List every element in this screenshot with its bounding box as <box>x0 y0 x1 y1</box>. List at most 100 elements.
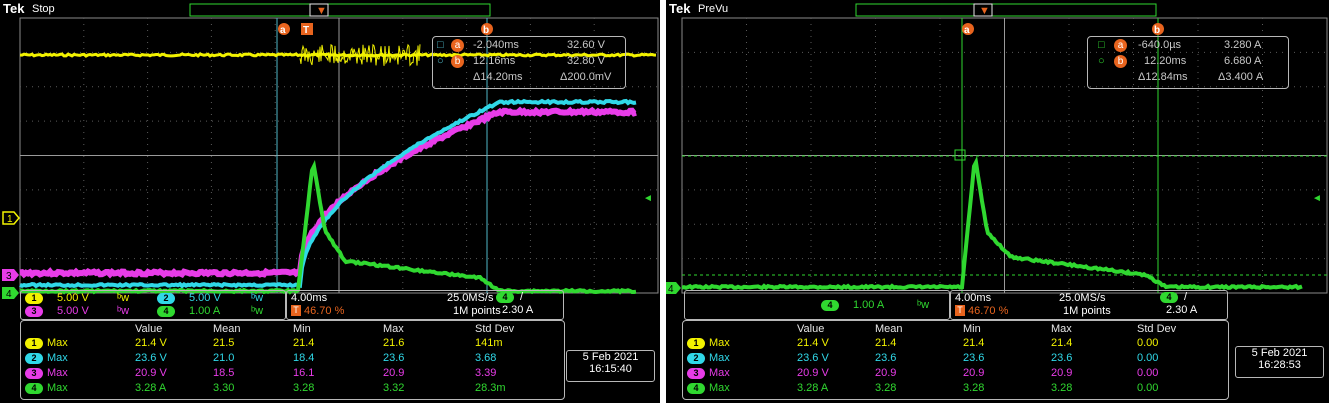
scope-screen-right: 4 a b ▼ ◄ Tek PreVu □ a -640.0µs 3.280 A… <box>666 0 1329 403</box>
measurement-type: Max <box>47 352 68 364</box>
trigger-level[interactable]: 2.30 A <box>1166 304 1197 316</box>
date: 5 Feb 2021 <box>582 351 639 363</box>
trigger-panel[interactable]: 4 / 2.30 A <box>492 290 560 318</box>
ch4-scale[interactable]: 1.00 A <box>189 305 220 317</box>
measurement-max: 3.28 <box>1051 382 1073 394</box>
trigger-level[interactable]: 2.30 A <box>502 304 533 316</box>
header-min: Min <box>293 323 311 335</box>
ch2-badge[interactable]: 2 <box>157 293 175 304</box>
measurement-channel-badge: 2 <box>25 353 43 364</box>
time: 16:28:53 <box>1258 359 1301 371</box>
trigger-level-arrow-icon[interactable]: ◄ <box>1312 193 1322 204</box>
ch3-waveform <box>19 106 637 279</box>
channel-scale-panel[interactable]: 1 5.00 V ᵇw 2 5.00 V ᵇw 3 5.00 V ᵇw 4 1.… <box>20 290 286 320</box>
ch3-bandwidth-icon: ᵇw <box>117 305 130 317</box>
trigger-panel[interactable]: 4 / 2.30 A <box>1156 290 1224 318</box>
svg-text:T: T <box>303 25 309 36</box>
cursor-a-time: -640.0µs <box>1138 39 1182 51</box>
top-bar <box>0 0 660 18</box>
measurement-value: 21.4 V <box>135 337 167 349</box>
sample-rate: 25.0MS/s <box>1059 292 1106 304</box>
brand-logo: Tek <box>3 1 25 16</box>
measurement-min: 18.4 <box>293 352 315 364</box>
cursor-delta-time: Δ12.84ms <box>1138 71 1188 83</box>
measurement-std-dev: 0.00 <box>1137 352 1159 364</box>
cursor-b-marker[interactable]: b <box>1152 23 1164 36</box>
measurement-min: 23.6 <box>963 352 985 364</box>
trigger-level-arrow-icon[interactable]: ◄ <box>643 193 653 204</box>
measurement-max: 3.32 <box>383 382 405 394</box>
cursor-a-marker[interactable]: a <box>278 23 290 36</box>
measurement-mean: 21.5 <box>213 337 235 349</box>
date-time-display: 5 Feb 2021 16:28:53 <box>1235 346 1324 378</box>
ch3-scale[interactable]: 5.00 V <box>57 305 89 317</box>
svg-text:3: 3 <box>6 271 12 282</box>
cursor-delta-value: Δ200.0mV <box>560 71 612 83</box>
measurement-mean: 20.9 <box>875 367 897 379</box>
measurement-value: 21.4 V <box>797 337 829 349</box>
ch3-badge[interactable]: 3 <box>25 306 43 317</box>
trigger-top-icon: ▼ <box>316 5 327 17</box>
ch4-badge[interactable]: 4 <box>157 306 175 317</box>
measurement-std-dev: 28.3m <box>475 382 506 394</box>
cursor-a-marker[interactable]: a <box>962 23 974 36</box>
timebase[interactable]: 4.00ms <box>955 292 991 304</box>
measurement-channel-badge: 1 <box>25 338 43 349</box>
measurement-channel-badge: 4 <box>25 383 43 394</box>
channel-scale-panel[interactable]: 4 1.00 A ᵇw <box>684 290 950 320</box>
date: 5 Feb 2021 <box>1251 347 1308 359</box>
cursor-a-time: -2.040ms <box>473 39 519 51</box>
ch2-scale[interactable]: 5.00 V <box>189 292 221 304</box>
trigger-position[interactable]: 46.70 % <box>304 305 344 317</box>
timebase[interactable]: 4.00ms <box>291 292 327 304</box>
measurements-header: Value Mean Min Max Std Dev <box>683 323 1228 337</box>
svg-text:4: 4 <box>668 284 674 295</box>
measurement-min: 20.9 <box>963 367 985 379</box>
ch1-badge[interactable]: 1 <box>25 293 43 304</box>
measurement-mean: 21.4 <box>875 337 897 349</box>
trigger-pos-icon: T <box>291 305 301 316</box>
measurement-min: 21.4 <box>293 337 315 349</box>
trigger-source-badge[interactable]: 4 <box>496 292 514 303</box>
ch4-level-marker[interactable]: 4 <box>2 287 19 300</box>
ch1-level-marker[interactable]: 1 <box>2 211 20 225</box>
ch4-scale[interactable]: 1.00 A <box>853 299 884 311</box>
measurement-max: 23.6 <box>1051 352 1073 364</box>
measurement-value: 23.6 V <box>797 352 829 364</box>
header-mean: Mean <box>875 323 903 335</box>
measurement-std-dev: 0.00 <box>1137 367 1159 379</box>
ch1-noise-waveform <box>299 43 421 67</box>
ch1-scale[interactable]: 5.00 V <box>57 292 89 304</box>
measurement-std-dev: 0.00 <box>1137 382 1159 394</box>
scope-screen-left: 1 3 4 a T b ▼ ◄ Tek Stop □ a -2.040ms 32… <box>0 0 660 403</box>
header-mean: Mean <box>213 323 241 335</box>
cursor-b-time: 12.20ms <box>1144 55 1187 67</box>
measurement-std-dev: 141m <box>475 337 503 349</box>
record-view-bar[interactable] <box>855 3 1157 17</box>
acquisition-state: PreVu <box>698 3 729 15</box>
svg-text:1: 1 <box>7 214 13 225</box>
trigger-pos-icon: T <box>955 305 965 316</box>
svg-text:b: b <box>483 25 489 36</box>
cursor-a-badge: a <box>451 39 464 52</box>
measurement-std-dev: 3.68 <box>475 352 497 364</box>
measurement-std-dev: 0.00 <box>1137 337 1159 349</box>
measurement-type: Max <box>709 352 730 364</box>
ch3-level-marker[interactable]: 3 <box>2 269 19 282</box>
trigger-position-marker[interactable]: T <box>301 23 313 36</box>
ch4-bandwidth-icon: ᵇw <box>917 299 930 311</box>
ch4-level-marker[interactable]: 4 <box>666 282 681 295</box>
date-time-display: 5 Feb 2021 16:15:40 <box>566 350 655 382</box>
measurement-type: Max <box>709 367 730 379</box>
measurement-min: 3.28 <box>963 382 985 394</box>
cursor-b-marker[interactable]: b <box>481 23 493 36</box>
measurement-row: 2 Max 23.6 V 21.0 18.4 23.6 3.68 <box>21 352 564 366</box>
measurement-row: 3 Max 20.9 V 18.5 16.1 20.9 3.39 <box>21 367 564 381</box>
header-max: Max <box>1051 323 1072 335</box>
ch4-badge[interactable]: 4 <box>821 300 839 311</box>
cursor-a-square-icon: □ <box>1098 39 1105 51</box>
cursor-b-badge: b <box>451 55 464 68</box>
trigger-position[interactable]: 46.70 % <box>968 305 1008 317</box>
measurement-channel-badge: 3 <box>687 368 705 379</box>
trigger-source-badge[interactable]: 4 <box>1160 292 1178 303</box>
